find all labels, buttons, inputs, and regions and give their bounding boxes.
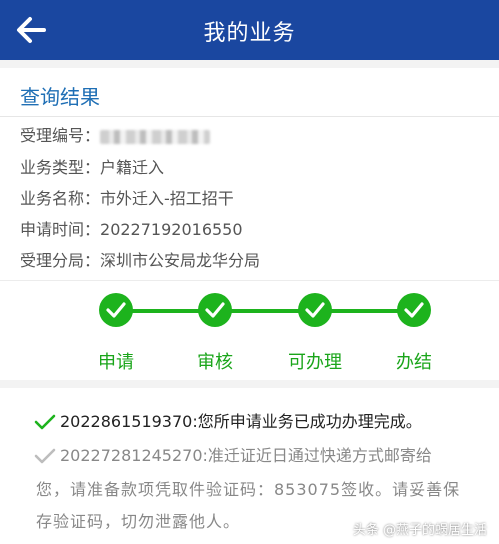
step-label-apply: 申请 [98, 352, 134, 373]
check-icon [34, 448, 56, 464]
message-completed: 2022861519370:您所申请业务已成功办理完成。 [60, 412, 422, 431]
check-icon [305, 302, 325, 318]
field-row-business-type: 业务类型：户籍迁入 [20, 154, 164, 178]
redacted-value [100, 129, 211, 144]
field-row-acceptance-number: 受理编号： [20, 122, 211, 146]
field-label: 受理编号： [20, 126, 101, 145]
page-title: 我的业务 [203, 21, 296, 46]
check-icon [205, 302, 225, 318]
check-icon [404, 302, 424, 318]
step-label-processable: 可办理 [288, 352, 342, 373]
message-shipping-line2: 您，请准备款项凭取件验证码：853075签收。请妥善保 [36, 480, 461, 499]
top-app-bar: 我的业务 [0, 0, 499, 60]
field-row-branch: 受理分局：深圳市公安局龙华分局 [20, 247, 260, 271]
field-label: 业务类型： [20, 158, 101, 177]
field-label: 申请时间： [20, 220, 101, 239]
field-row-business-name: 业务名称：市外迁入-招工招干 [20, 185, 234, 209]
step-apply-check [99, 293, 133, 327]
divider [0, 116, 499, 117]
query-result-card: 查询结果 受理编号： 业务类型：户籍迁入 业务名称：市外迁入-招工招干 申请时间… [0, 68, 499, 280]
step-review-check [198, 293, 232, 327]
field-label: 业务名称： [20, 189, 101, 208]
watermark: 头条 @燕子的蜗居生活 [352, 523, 487, 538]
field-row-apply-time: 申请时间：20227192016550 [20, 216, 243, 240]
message-card: 2022861519370:您所申请业务已成功办理完成。 20227281245… [0, 388, 499, 544]
field-value: 市外迁入-招工招干 [100, 189, 234, 208]
query-result-heading: 查询结果 [20, 85, 100, 109]
field-value: 20227192016550 [100, 220, 243, 239]
field-value: 深圳市公安局龙华分局 [100, 251, 261, 270]
field-value: 户籍迁入 [100, 158, 165, 177]
message-shipping-line3: 存验证码，切勿泄露他人。 [36, 512, 241, 531]
field-label: 受理分局： [20, 251, 101, 270]
step-processable-check [298, 293, 332, 327]
check-icon [106, 302, 126, 318]
check-icon [34, 414, 56, 430]
step-label-review: 审核 [197, 352, 233, 373]
message-shipping-line1: 20227281245270:准迁证近日通过快递方式邮寄给 [60, 446, 432, 465]
step-done-check [397, 293, 431, 327]
step-label-done: 办结 [396, 352, 432, 373]
progress-card: 申请 审核 可办理 办结 [0, 280, 499, 380]
progress-line [116, 309, 414, 313]
